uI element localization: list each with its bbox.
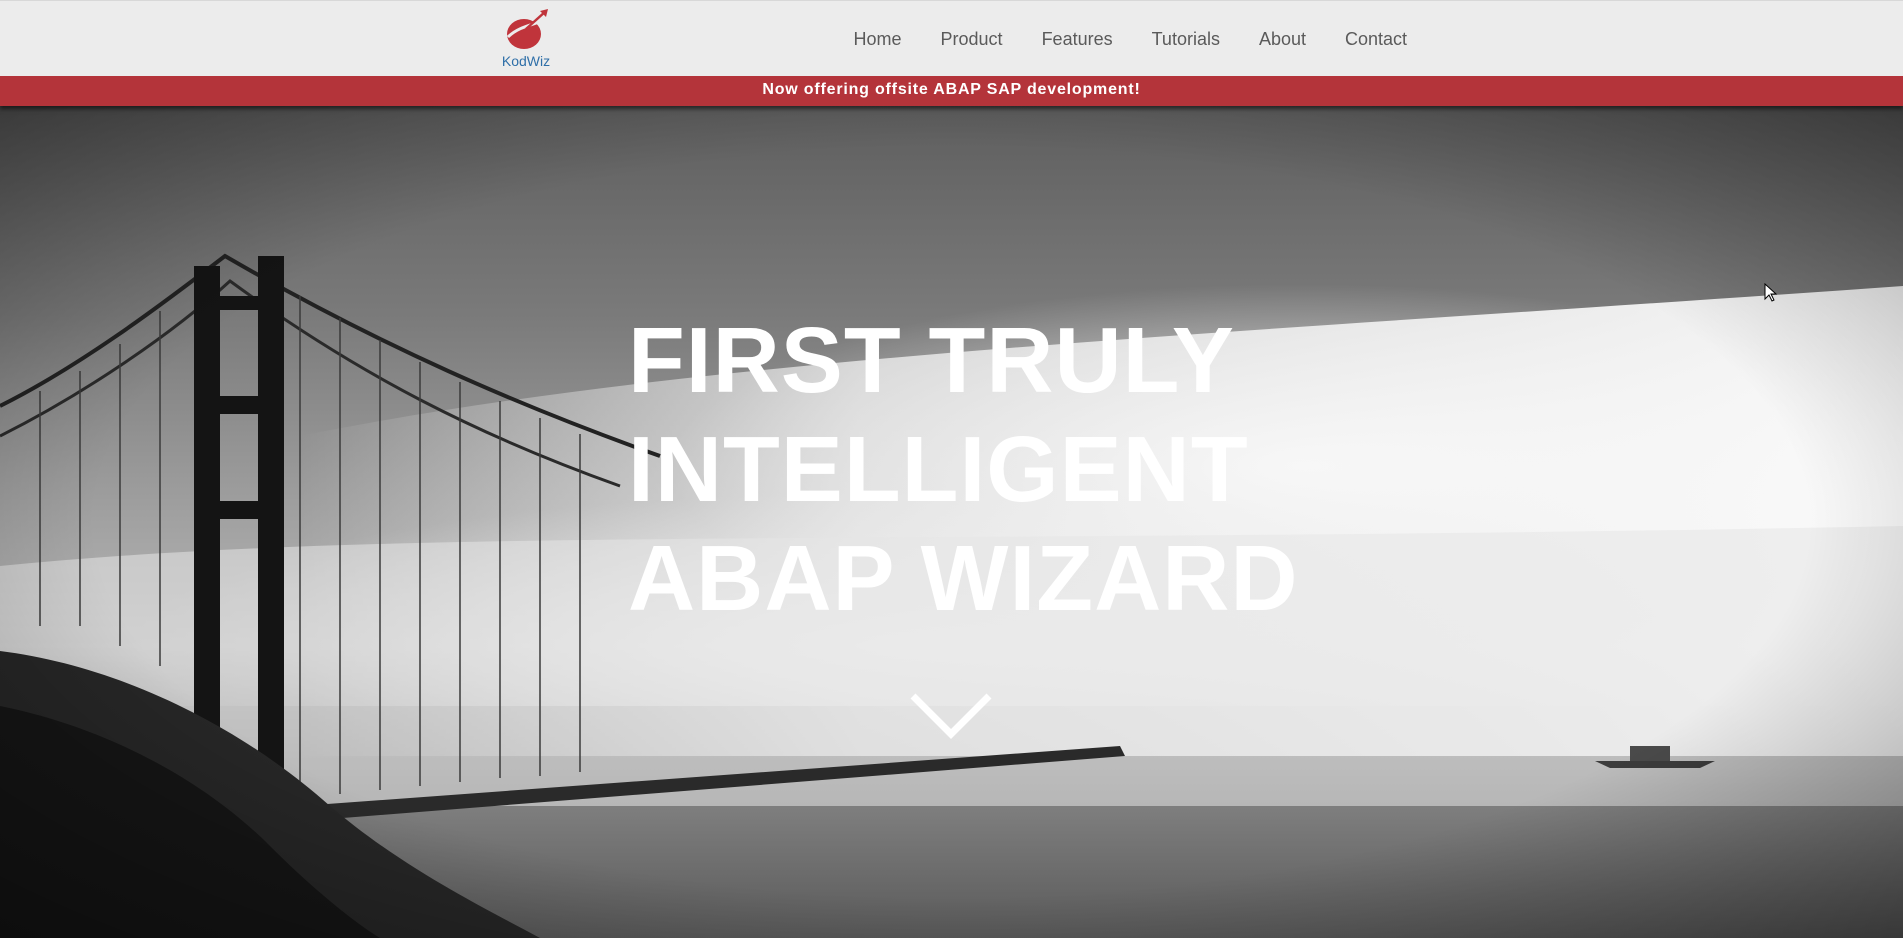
nav-about[interactable]: About [1239, 1, 1325, 77]
site-header: KodWiz Home Product Features Tutorials A… [0, 0, 1903, 76]
nav-features[interactable]: Features [1022, 1, 1132, 77]
logo-link[interactable]: KodWiz [496, 7, 558, 71]
main-nav: Home Product Features Tutorials About Co… [834, 1, 1427, 77]
announcement-bar: Now offering offsite ABAP SAP developmen… [0, 76, 1903, 106]
headline-line-2: INTELLIGENT [628, 417, 1249, 521]
page: KodWiz Home Product Features Tutorials A… [0, 0, 1903, 938]
headline-line-1: FIRST TRULY [628, 308, 1235, 412]
chevron-down-icon [910, 693, 992, 739]
hero-headline: FIRST TRULY INTELLIGENT ABAP WIZARD [628, 306, 1299, 633]
scroll-down-button[interactable] [909, 690, 993, 742]
announcement-text: Now offering offsite ABAP SAP developmen… [762, 81, 1141, 98]
hero-section: FIRST TRULY INTELLIGENT ABAP WIZARD [0, 106, 1903, 938]
brand-name: KodWiz [501, 53, 551, 69]
nav-tutorials[interactable]: Tutorials [1132, 1, 1239, 77]
rocket-planet-icon [506, 9, 548, 49]
nav-contact[interactable]: Contact [1326, 1, 1427, 77]
headline-line-3: ABAP WIZARD [628, 526, 1299, 630]
nav-home[interactable]: Home [834, 1, 921, 77]
mouse-cursor-icon [1764, 283, 1778, 302]
nav-product[interactable]: Product [921, 1, 1022, 77]
